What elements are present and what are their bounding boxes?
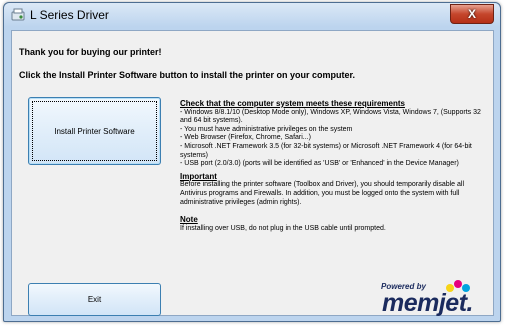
important-heading: Important (180, 171, 217, 181)
close-button[interactable]: X (450, 4, 494, 24)
memjet-logo: Powered by memjet. (369, 279, 484, 317)
important-text: Before installing the printer software (… (180, 181, 465, 206)
window-title: L Series Driver (30, 8, 109, 22)
requirement-item: - USB port (2.0/3.0) (ports will be iden… (180, 160, 459, 168)
requirement-item: - Microsoft .NET Framework 3.5 (for 32-b… (180, 142, 472, 159)
exit-button-label: Exit (87, 295, 102, 304)
requirements-panel: Check that the computer system meets the… (180, 99, 485, 233)
thanks-text: Thank you for buying our printer! (19, 47, 162, 57)
installer-window: L Series Driver X Thank you for buying o… (3, 2, 501, 322)
install-printer-software-button[interactable]: Install Printer Software (28, 97, 161, 165)
title-bar[interactable]: L Series Driver X (4, 3, 500, 27)
app-installer-icon (11, 8, 25, 21)
requirement-item: - Web Browser (Firefox, Chrome, Safari..… (180, 134, 311, 142)
note-text: If installing over USB, do not plug in t… (180, 224, 386, 232)
requirement-item: - You must have administrative privilege… (180, 125, 353, 133)
memjet-brand-text: memjet. (382, 289, 473, 317)
instruction-text: Click the Install Printer Software butto… (19, 70, 356, 80)
focus-rectangle (32, 101, 157, 161)
exit-button[interactable]: Exit (28, 283, 161, 316)
note-heading: Note (180, 215, 198, 225)
requirements-heading: Check that the computer system meets the… (180, 99, 405, 108)
requirement-item: - Windows 8/8.1/10 (Desktop Mode only), … (180, 108, 481, 125)
dialog-content: Thank you for buying our printer! Click … (11, 30, 494, 317)
